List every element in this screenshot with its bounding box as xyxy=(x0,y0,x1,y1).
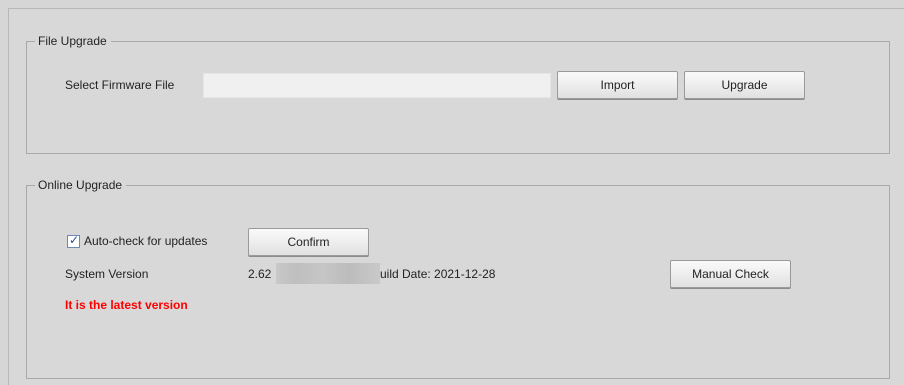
online-upgrade-title: Online Upgrade xyxy=(35,178,127,192)
select-firmware-file-label: Select Firmware File xyxy=(65,78,175,92)
system-version-value: 2.62 xyxy=(248,267,272,281)
manual-check-button[interactable]: Manual Check xyxy=(670,260,791,288)
checkmark-icon: ✓ xyxy=(69,233,80,247)
firmware-file-path-field[interactable] xyxy=(203,73,551,98)
redacted-region xyxy=(276,263,380,284)
confirm-button[interactable]: Confirm xyxy=(248,228,369,256)
auto-check-label[interactable]: Auto-check for updates xyxy=(84,234,207,248)
upgrade-button[interactable]: Upgrade xyxy=(684,71,805,99)
upgrade-status-text: It is the latest version xyxy=(65,298,188,312)
build-date-value: uild Date: 2021-12-28 xyxy=(380,267,496,281)
auto-check-checkbox[interactable]: ✓ xyxy=(67,233,80,248)
system-version-label: System Version xyxy=(65,267,149,281)
import-button[interactable]: Import xyxy=(557,71,678,99)
file-upgrade-title: File Upgrade xyxy=(35,34,111,48)
